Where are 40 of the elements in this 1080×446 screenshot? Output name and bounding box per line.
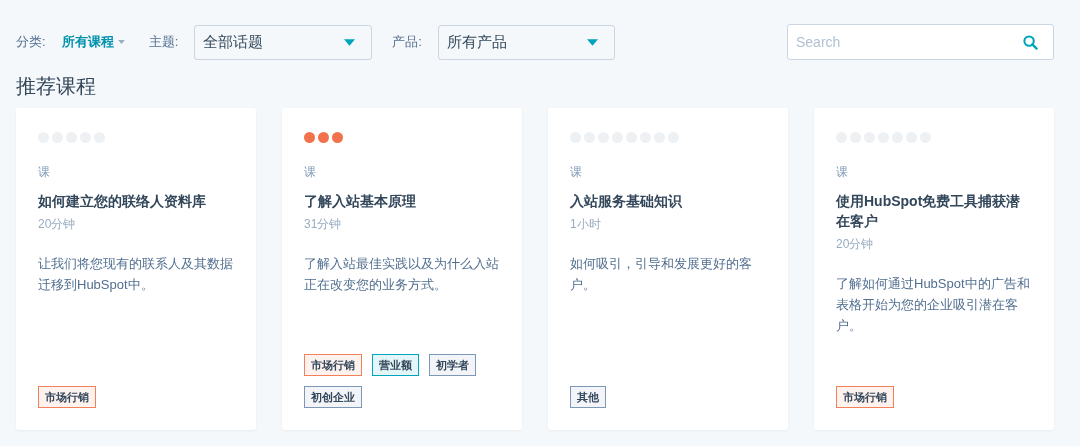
course-description: 了解如何通过HubSpot中的广告和表格开始为您的企业吸引潜在客户。	[836, 275, 1031, 335]
filter-label: 主题:	[148, 33, 179, 52]
course-card[interactable]: 课 如何建立您的联络人资料库 20分钟 让我们将您现有的联系人及其数据迁移到HubSpot中。 市场行销	[16, 108, 256, 430]
category-dropdown[interactable]: 所有课程	[61, 32, 125, 52]
tag: 市场行销	[304, 354, 362, 376]
tag: 初创企业	[304, 386, 362, 408]
course-type: 课	[304, 164, 317, 181]
course-description: 了解入站最佳实践以及为什么入站正在改变您的业务方式。	[304, 255, 500, 294]
dropdown-field[interactable]: 全部话题	[194, 24, 373, 60]
tag: 其他	[570, 386, 606, 408]
dropdown-field[interactable]: 所有产品	[437, 24, 615, 60]
caret-icon	[117, 40, 125, 44]
course-duration: 20分钟	[38, 216, 77, 233]
difficulty-dots	[304, 132, 343, 143]
course-type: 课	[836, 164, 849, 181]
course-duration: 1小时	[570, 216, 602, 233]
course-type: 课	[570, 164, 583, 181]
tag: 营业额	[372, 354, 419, 376]
search-icon	[1023, 35, 1038, 50]
course-title: 了解入站基本原理	[304, 192, 417, 211]
course-description: 让我们将您现有的联系人及其数据迁移到HubSpot中。	[38, 255, 234, 294]
tag: 市场行销	[38, 386, 96, 408]
filter-label: 产品:	[392, 33, 422, 52]
course-duration: 31分钟	[304, 216, 343, 233]
course-card[interactable]: 课 入站服务基础知识 1小时 如何吸引，引导和发展更好的客户。 其他	[548, 108, 788, 430]
course-duration: 20分钟	[836, 236, 875, 253]
course-type: 课	[38, 164, 51, 181]
caret-icon	[586, 38, 598, 46]
course-card[interactable]: 课 使用HubSpot免费工具捕获潜在客户 20分钟 了解如何通过HubSpot中的广告和表格开始为您的企业吸引潜在客户。 市场行销	[814, 108, 1054, 430]
course-title: 使用HubSpot免费工具捕获潜在客户	[836, 192, 1022, 231]
filter-label: 分类:	[16, 33, 46, 52]
search-field[interactable]: Search	[787, 24, 1054, 60]
course-title: 如何建立您的联络人资料库	[38, 192, 207, 211]
tag: 市场行销	[836, 386, 894, 408]
section-title: 推荐课程	[16, 74, 97, 99]
course-description: 如何吸引，引导和发展更好的客户。	[570, 255, 753, 294]
caret-icon	[344, 38, 356, 46]
course-card[interactable]: 课 了解入站基本原理 31分钟 了解入站最佳实践以及为什么入站正在改变您的业务方式。 市场行销 营业额 初学者 初创企业	[282, 108, 522, 430]
tag: 初学者	[429, 354, 476, 376]
course-title: 入站服务基础知识	[570, 192, 683, 211]
